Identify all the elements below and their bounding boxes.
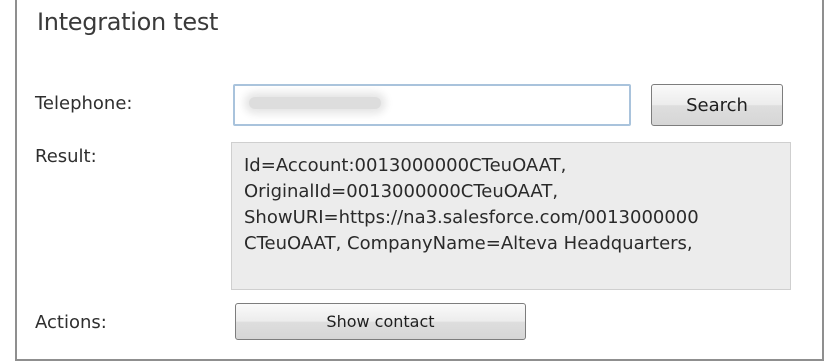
redacted-telephone-value (249, 97, 381, 109)
result-label: Result: (35, 146, 97, 167)
telephone-label: Telephone: (35, 93, 133, 114)
actions-label: Actions: (35, 312, 107, 333)
integration-test-panel: Integration test Telephone: Search Resul… (15, 0, 824, 361)
search-button[interactable]: Search (651, 84, 783, 126)
show-contact-button[interactable]: Show contact (235, 303, 526, 340)
result-output[interactable]: Id=Account:0013000000CTeuOAAT, OriginalI… (231, 142, 791, 290)
panel-title: Integration test (37, 8, 219, 36)
